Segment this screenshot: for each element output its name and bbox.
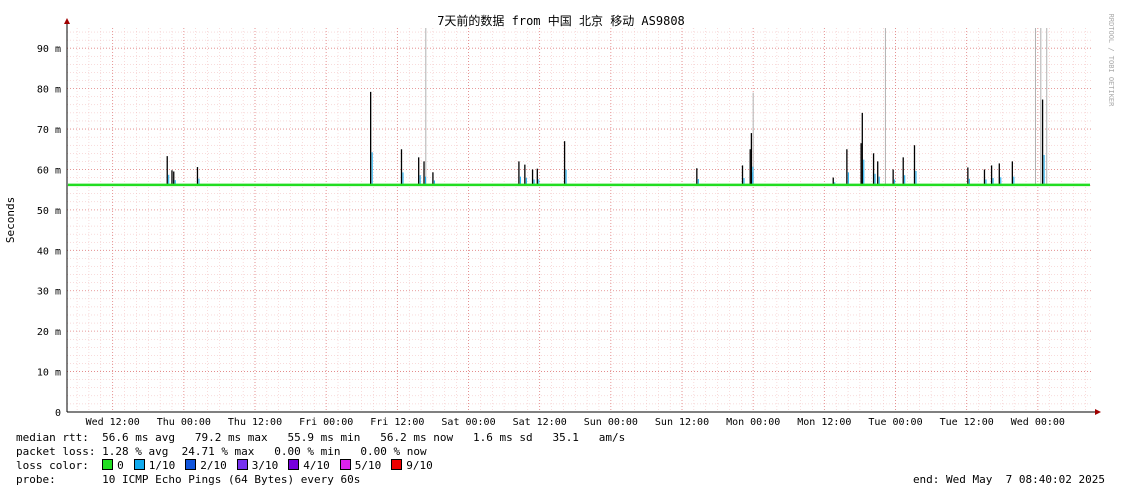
chart-axes: Wed 12:00 Thu 00:00 Thu 12:00 Fri 00:00 Fri …	[37, 18, 1101, 428]
loss-color-swatch	[391, 459, 403, 470]
y-tick-label: 80 m	[37, 85, 61, 96]
chart-title: 7天前的数据 from 中国 北京 移动 AS9808	[437, 13, 685, 28]
median-rtt-line: median rtt: 56.6 ms avg 79.2 ms max 55.9…	[16, 431, 625, 445]
loss-color-label-text: 4/10	[303, 459, 330, 472]
packet-loss-line: packet loss: 1.28 % avg 24.71 % max 0.00…	[16, 445, 427, 459]
loss-color-item: 9/10	[391, 459, 433, 472]
y-axis-label: Seconds	[4, 197, 17, 243]
loss-color-swatch	[339, 459, 351, 470]
x-tick-label: Thu 00:00	[157, 417, 211, 428]
x-axis-arrow	[1095, 409, 1101, 415]
x-tick-label: Thu 12:00	[228, 417, 282, 428]
rrdtool-watermark: RRDTOOL / TOBI OETIKER	[1107, 14, 1115, 108]
packet-loss-label: packet loss:	[16, 445, 96, 458]
x-tick-label: Sun 00:00	[584, 417, 638, 428]
series-layer	[68, 28, 1090, 187]
loss-color-item: 5/10	[339, 459, 382, 472]
probe-line: probe: 10 ICMP Echo Pings (64 Bytes) eve…	[16, 473, 360, 487]
y-tick-label: 60 m	[37, 165, 61, 176]
loss-color-swatch	[288, 459, 300, 470]
y-tick-label: 30 m	[37, 287, 61, 298]
x-tick-label: Mon 12:00	[797, 417, 851, 428]
end-timestamp: end: Wed May 7 08:40:02 2025	[912, 473, 1105, 486]
loss-color-swatch	[185, 459, 197, 470]
loss-color-swatch	[102, 459, 114, 470]
latency-chart: Wed 12:00 Thu 00:00 Thu 12:00 Fri 00:00 Fri …	[4, 13, 1115, 428]
x-tick-label: Sat 12:00	[513, 417, 567, 428]
median-rtt-stats: 56.6 ms avg 79.2 ms max 55.9 ms min 56.2…	[102, 431, 626, 444]
y-tick-label: 90 m	[37, 44, 61, 55]
loss-color-item: 2/10	[185, 459, 227, 472]
loss-color-swatch	[236, 459, 248, 470]
y-tick-label: 10 m	[37, 368, 61, 379]
x-tick-label: Sat 00:00	[441, 417, 495, 428]
loss-color-label-text: 0	[117, 459, 124, 472]
loss-color-label-text: 3/10	[251, 459, 279, 472]
probe-text: 10 ICMP Echo Pings (64 Bytes) every 60s	[102, 473, 361, 486]
loss-color-item: 3/10	[236, 459, 279, 472]
loss-color-swatch	[133, 459, 145, 470]
chart-grid	[67, 28, 1093, 412]
x-tick-label: Sun 12:00	[655, 417, 709, 428]
loss-color-items: 0 1/10 2/10 3/10 4/10 5/10 9/10	[102, 459, 443, 472]
x-tick-label: Wed 00:00	[1011, 417, 1065, 428]
loss-color-label-text: 1/10	[148, 459, 176, 472]
loss-color-item: 1/10	[133, 459, 176, 472]
loss-color-item: 0	[102, 459, 124, 472]
x-tick-label: Tue 12:00	[940, 417, 994, 428]
x-tick-label: Tue 00:00	[868, 417, 922, 428]
x-tick-label: Mon 00:00	[726, 417, 780, 428]
loss-color-label-text: 2/10	[200, 459, 227, 472]
x-tick-label: Wed 12:00	[86, 417, 140, 428]
y-axis-arrow	[64, 18, 70, 24]
y-tick-label: 70 m	[37, 125, 61, 136]
packet-loss-stats: 1.28 % avg 24.71 % max 0.00 % min 0.00 %…	[102, 445, 427, 458]
y-tick-label: 0	[55, 408, 61, 419]
median-rtt-label: median rtt:	[16, 431, 89, 444]
y-tick-label: 40 m	[37, 246, 61, 257]
probe-label: probe:	[16, 473, 56, 486]
loss-color-line: loss color: 0 1/10 2/10 3/10 4/10 5/10 9/10	[16, 459, 443, 473]
x-tick-label: Fri 00:00	[299, 417, 353, 428]
y-tick-label: 50 m	[37, 206, 61, 217]
y-tick-label: 20 m	[37, 327, 61, 338]
loss-color-label: loss color:	[16, 459, 89, 472]
x-tick-label: Fri 12:00	[370, 417, 424, 428]
loss-color-label-text: 5/10	[354, 459, 382, 472]
loss-color-item: 4/10	[288, 459, 330, 472]
loss-color-label-text: 9/10	[406, 459, 433, 472]
